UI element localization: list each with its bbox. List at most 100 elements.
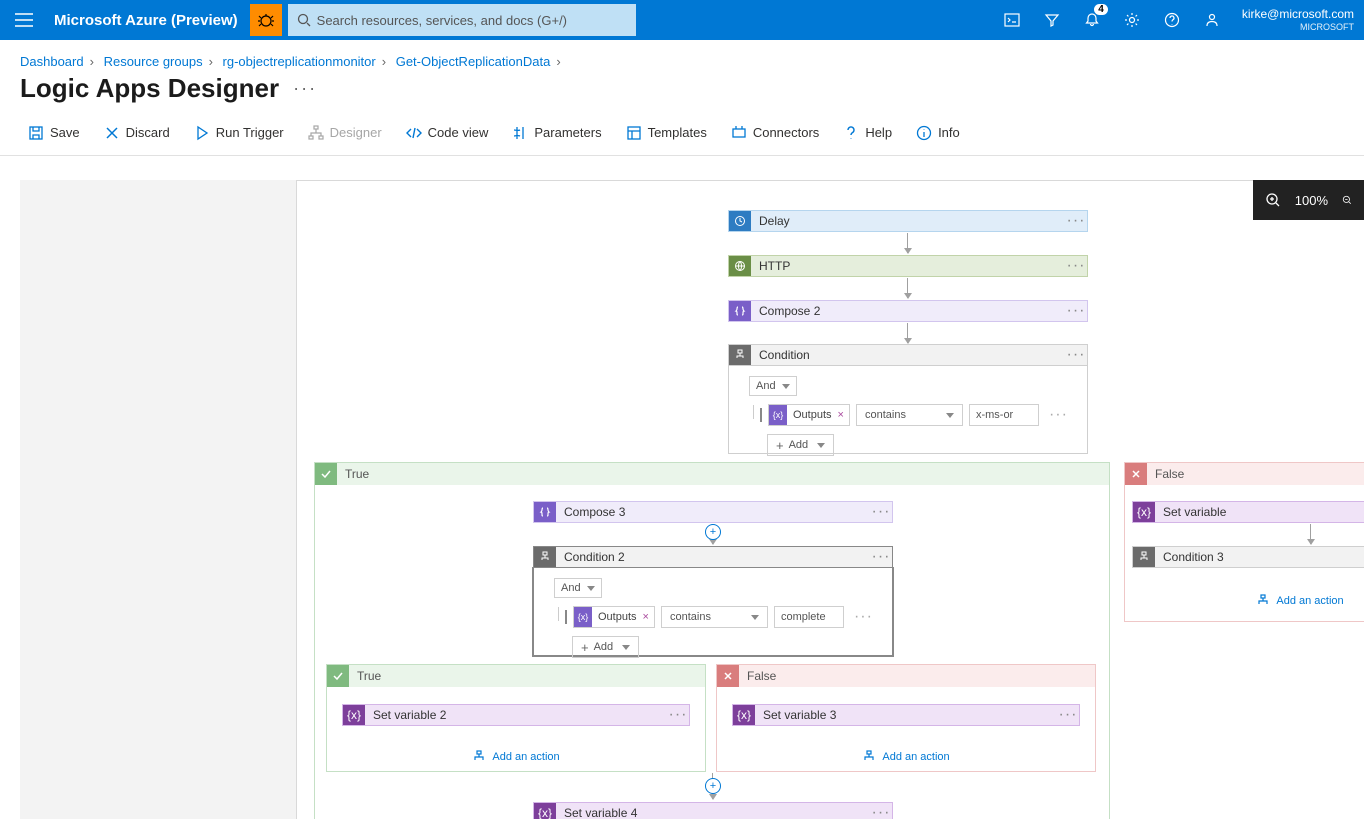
breadcrumb: Dashboard› Resource groups› rg-objectrep…: [0, 40, 1364, 69]
operator-select[interactable]: contains: [661, 606, 768, 628]
card-menu[interactable]: ···: [870, 548, 892, 566]
variable-icon: {x}: [1133, 502, 1155, 522]
globe-icon: [729, 256, 751, 276]
setvar-card[interactable]: {x} Set variable: [1132, 501, 1364, 523]
search-placeholder: Search resources, services, and docs (G+…: [317, 13, 567, 28]
hamburger-menu[interactable]: [0, 0, 48, 40]
braces-icon: [729, 301, 751, 321]
crumb-rg[interactable]: rg-objectreplicationmonitor: [223, 54, 376, 69]
operator-select[interactable]: contains: [856, 404, 963, 426]
global-search[interactable]: Search resources, services, and docs (G+…: [288, 4, 636, 36]
card-menu[interactable]: ···: [1065, 302, 1087, 320]
settings-icon[interactable]: [1112, 0, 1152, 40]
templates-button[interactable]: Templates: [626, 125, 707, 141]
zoom-in-icon[interactable]: [1265, 192, 1281, 208]
condition-group-operator[interactable]: And: [554, 578, 602, 598]
arrow: [907, 323, 908, 343]
save-button[interactable]: Save: [28, 125, 80, 141]
condition-card[interactable]: Condition ···: [728, 344, 1088, 366]
variable-icon: {x}: [534, 803, 556, 819]
add-action-link[interactable]: Add an action: [326, 744, 706, 770]
page-title: Logic Apps Designer: [20, 73, 279, 104]
condition-body: And {x}Outputs× contains x-ms-or ··· Add: [728, 366, 1088, 454]
delay-card[interactable]: Delay ···: [728, 210, 1088, 232]
condition2-body: And {x}Outputs× contains complete ··· Ad…: [533, 568, 893, 656]
card-menu[interactable]: ···: [1065, 212, 1087, 230]
add-row-button[interactable]: Add: [572, 636, 639, 658]
discard-button[interactable]: Discard: [104, 125, 170, 141]
card-menu[interactable]: ···: [1057, 706, 1079, 724]
crumb-logicapp[interactable]: Get-ObjectReplicationData: [396, 54, 551, 69]
fork-icon: [729, 345, 751, 365]
search-icon: [297, 13, 311, 27]
row-menu[interactable]: ···: [1045, 406, 1072, 424]
info-button[interactable]: Info: [916, 125, 960, 141]
crumb-dashboard[interactable]: Dashboard: [20, 54, 84, 69]
value-input[interactable]: x-ms-or: [969, 404, 1039, 426]
command-bar: Save Discard Run Trigger Designer Code v…: [0, 118, 1364, 156]
x-icon: [1125, 463, 1147, 485]
outputs-pill[interactable]: {x}Outputs×: [573, 606, 655, 628]
code-view-button[interactable]: Code view: [406, 125, 489, 141]
setvar4-card[interactable]: {x} Set variable 4 ···: [533, 802, 893, 819]
http-card[interactable]: HTTP ···: [728, 255, 1088, 277]
designer-canvas[interactable]: 100% Delay ··· HTTP ··· Compose 2 ··· Co…: [20, 180, 1364, 819]
setvar3-card[interactable]: {x} Set variable 3 ···: [732, 704, 1080, 726]
notifications-icon[interactable]: 4: [1072, 0, 1112, 40]
add-action-link[interactable]: Add an action: [716, 744, 1096, 770]
card-menu[interactable]: ···: [667, 706, 689, 724]
card-menu[interactable]: ···: [870, 804, 892, 819]
directory-filter-icon[interactable]: [1032, 0, 1072, 40]
account-info[interactable]: kirke@microsoft.com MICROSOFT: [1232, 7, 1364, 32]
title-more-menu[interactable]: ···: [293, 78, 317, 99]
row-checkbox[interactable]: [760, 408, 762, 422]
help-icon[interactable]: [1152, 0, 1192, 40]
row-menu[interactable]: ···: [850, 608, 877, 626]
designer-button: Designer: [308, 125, 382, 141]
insert-step-button[interactable]: +: [705, 778, 721, 794]
arrow: [1310, 524, 1311, 544]
card-menu[interactable]: ···: [1065, 346, 1087, 364]
feedback-icon[interactable]: [1192, 0, 1232, 40]
check-icon: [315, 463, 337, 485]
add-row-button[interactable]: Add: [767, 434, 834, 456]
condition-group-operator[interactable]: And: [749, 376, 797, 396]
compose3-card[interactable]: Compose 3 ···: [533, 501, 893, 523]
canvas-gutter: [20, 180, 296, 819]
condition3-card[interactable]: Condition 3: [1132, 546, 1364, 568]
clock-icon: [729, 211, 751, 231]
menu-icon: [15, 13, 33, 27]
zoom-out-icon[interactable]: [1342, 192, 1352, 208]
connectors-button[interactable]: Connectors: [731, 125, 819, 141]
parameters-button[interactable]: Parameters: [512, 125, 601, 141]
braces-icon: [534, 502, 556, 522]
compose2-card[interactable]: Compose 2 ···: [728, 300, 1088, 322]
remove-token-icon[interactable]: ×: [643, 611, 654, 623]
x-icon: [717, 665, 739, 687]
arrow: [907, 233, 908, 253]
zoom-control[interactable]: 100%: [1253, 180, 1364, 220]
fork-icon: [1133, 547, 1155, 567]
card-menu[interactable]: ···: [870, 503, 892, 521]
run-trigger-button[interactable]: Run Trigger: [194, 125, 284, 141]
help-button[interactable]: Help: [843, 125, 892, 141]
outputs-pill[interactable]: {x}Outputs×: [768, 404, 850, 426]
cloud-shell-icon[interactable]: [992, 0, 1032, 40]
value-input[interactable]: complete: [774, 606, 844, 628]
tenant-name: MICROSOFT: [1242, 22, 1354, 33]
arrow: [907, 278, 908, 298]
portal-brand[interactable]: Microsoft Azure (Preview): [48, 12, 250, 29]
setvar2-card[interactable]: {x} Set variable 2 ···: [342, 704, 690, 726]
insert-step-button[interactable]: +: [705, 524, 721, 540]
row-checkbox[interactable]: [565, 610, 567, 624]
remove-token-icon[interactable]: ×: [838, 409, 849, 421]
condition2-card[interactable]: Condition 2 ···: [533, 546, 893, 568]
add-action-link[interactable]: Add an action: [1220, 588, 1364, 614]
card-menu[interactable]: ···: [1065, 257, 1087, 275]
preview-bug-icon[interactable]: [250, 4, 282, 36]
variable-icon: {x}: [733, 705, 755, 725]
zoom-level: 100%: [1295, 193, 1328, 208]
variable-icon: {x}: [343, 705, 365, 725]
crumb-resource-groups[interactable]: Resource groups: [104, 54, 203, 69]
user-email: kirke@microsoft.com: [1242, 7, 1354, 21]
